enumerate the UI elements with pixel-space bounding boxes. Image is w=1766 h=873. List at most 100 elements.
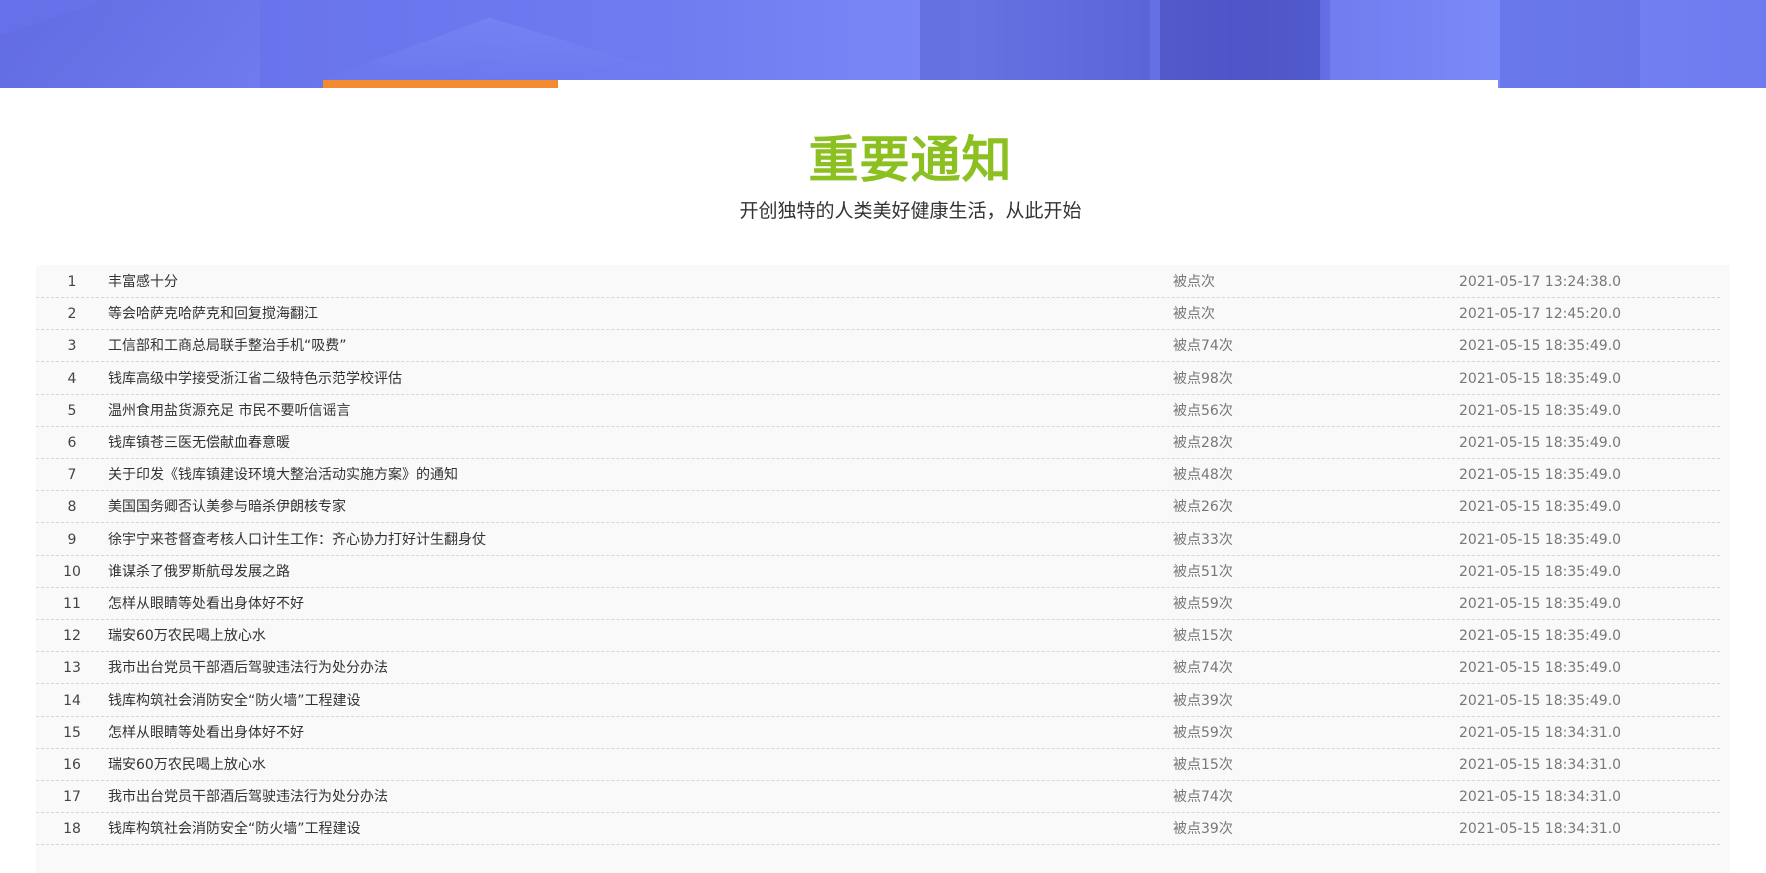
notice-click-count: 被点15次 — [1173, 628, 1233, 645]
notice-index: 11 — [63, 596, 81, 612]
notice-row[interactable]: 5 温州食用盐货源充足 市民不要听信谣言 被点56次 2021-05-15 18:35… — [36, 394, 1720, 427]
notice-click-count: 被点51次 — [1173, 563, 1233, 580]
banner-decoration — [300, 17, 720, 88]
notice-row[interactable]: 17 我市出台党员干部酒后驾驶违法行为处分办法 被点74次 2021-05-15 18… — [36, 780, 1720, 814]
notice-title-link[interactable]: 钱库构筑社会消防安全“防火墙”工程建设 — [108, 692, 361, 710]
notice-index: 15 — [63, 724, 81, 741]
notice-row[interactable]: 13 我市出台党员干部酒后驾驶违法行为处分办法 被点74次 2021-05-15 18… — [36, 651, 1720, 685]
notice-date: 2021-05-15 18:34:31.0 — [1459, 821, 1622, 838]
notice-index: 1 — [67, 274, 77, 290]
notice-click-count: 被点15次 — [1173, 757, 1233, 773]
section-heading: 重要通知 开创独特的人类美好健康生活，从此开始 — [0, 128, 1766, 224]
notice-date: 2021-05-17 12:45:20.0 — [1459, 306, 1622, 323]
notice-click-count: 被点74次 — [1173, 789, 1233, 806]
notice-title-link[interactable]: 我市出台党员干部酒后驾驶违法行为处分办法 — [108, 788, 388, 806]
notice-index: 16 — [63, 757, 81, 773]
notice-click-count: 被点59次 — [1173, 596, 1233, 612]
notice-row[interactable]: 4 钱库高级中学接受浙江省二级特色示范学校评估 被点98次 2021-05-15 18… — [36, 362, 1720, 395]
notice-index: 12 — [63, 628, 81, 645]
notice-row[interactable]: 1 丰富感十分 被点次 2021-05-17 13:24:38.0 — [36, 265, 1720, 298]
banner-decoration — [1500, 0, 1640, 88]
notice-click-count: 被点33次 — [1173, 531, 1233, 548]
notice-index: 14 — [63, 692, 81, 709]
page-title: 重要通知 — [808, 131, 1013, 189]
notice-date: 2021-05-15 18:35:49.0 — [1459, 338, 1622, 355]
notice-date: 2021-05-15 18:35:49.0 — [1459, 370, 1622, 387]
notice-title-link[interactable]: 温州食用盐货源充足 市民不要听信谣言 — [108, 402, 350, 420]
notice-click-count: 被点48次 — [1173, 467, 1233, 484]
notice-title-link[interactable]: 关于印发《钱库镇建设环境大整治活动实施方案》的通知 — [108, 466, 458, 484]
notice-date: 2021-05-15 18:35:49.0 — [1459, 596, 1622, 612]
notice-title-link[interactable]: 工信部和工商总局联手整治手机“吸费” — [108, 337, 347, 355]
notice-index: 5 — [67, 402, 77, 419]
notice-index: 10 — [63, 563, 81, 580]
notice-click-count: 被点28次 — [1173, 435, 1233, 451]
notice-row[interactable]: 15 怎样从眼睛等处看出身体好不好 被点59次 2021-05-15 18:34:31… — [36, 716, 1720, 749]
notice-index: 8 — [67, 499, 77, 516]
notice-click-count: 被点74次 — [1173, 338, 1233, 355]
notice-title-link[interactable]: 丰富感十分 — [108, 273, 178, 291]
section-tab-bar — [323, 80, 1498, 88]
notice-row[interactable]: 8 美国国务卿否认美参与暗杀伊朗核专家 被点26次 2021-05-15 18:35:… — [36, 490, 1720, 524]
notice-date: 2021-05-15 18:35:49.0 — [1459, 531, 1622, 548]
notice-date: 2021-05-15 18:35:49.0 — [1459, 628, 1622, 645]
notice-index: 18 — [63, 821, 81, 838]
notice-row[interactable]: 10 谁谋杀了俄罗斯航母发展之路 被点51次 2021-05-15 18:35:49.… — [36, 555, 1720, 588]
notice-row[interactable]: 9 徐宇宁来苍督查考核人口计生工作：齐心协力打好计生翻身仗 被点33次 2021-05… — [36, 523, 1720, 556]
notice-click-count: 被点次 — [1173, 274, 1215, 290]
notice-row[interactable]: 18 钱库构筑社会消防安全“防火墙”工程建设 被点39次 2021-05-15 18:… — [36, 812, 1720, 846]
notice-date: 2021-05-15 18:35:49.0 — [1459, 660, 1622, 677]
notice-date: 2021-05-15 18:35:49.0 — [1459, 435, 1622, 451]
notice-click-count: 被点74次 — [1173, 660, 1233, 677]
notice-title-link[interactable]: 怎样从眼睛等处看出身体好不好 — [108, 595, 304, 613]
page-subtitle: 开创独特的人类美好健康生活，从此开始 — [739, 200, 1082, 222]
notice-title-link[interactable]: 等会哈萨克哈萨克和回复搅海翻江 — [108, 305, 318, 323]
notice-row[interactable]: 6 钱库镇苍三医无偿献血春意暖 被点28次 2021-05-15 18:35:49.0 — [36, 426, 1720, 459]
notice-title-link[interactable]: 怎样从眼睛等处看出身体好不好 — [108, 724, 304, 742]
notice-title-link[interactable]: 徐宇宁来苍督查考核人口计生工作：齐心协力打好计生翻身仗 — [108, 531, 486, 549]
notice-index: 4 — [67, 370, 77, 387]
notice-title-link[interactable]: 我市出台党员干部酒后驾驶违法行为处分办法 — [108, 659, 388, 677]
notice-index: 7 — [67, 467, 77, 484]
notice-list: 1 丰富感十分 被点次 2021-05-17 13:24:38.0 2 等会哈萨克哈萨克和… — [36, 265, 1730, 873]
tab-active-indicator[interactable] — [323, 80, 558, 88]
banner-decoration — [1160, 0, 1320, 88]
notice-index: 3 — [67, 338, 77, 355]
notice-row[interactable]: 12 瑞安60万农民喝上放心水 被点15次 2021-05-15 18:35:49.0 — [36, 619, 1720, 653]
notice-row[interactable]: 7 关于印发《钱库镇建设环境大整治活动实施方案》的通知 被点48次 2021-05-1… — [36, 458, 1720, 492]
notice-date: 2021-05-17 13:24:38.0 — [1459, 274, 1622, 290]
banner-decoration — [920, 0, 1150, 88]
notice-click-count: 被点26次 — [1173, 499, 1233, 516]
notice-click-count: 被点39次 — [1173, 821, 1233, 838]
notice-click-count: 被点次 — [1173, 306, 1215, 323]
banner-decoration — [1330, 0, 1500, 88]
notice-index: 2 — [67, 306, 77, 323]
notice-index: 13 — [63, 660, 81, 677]
notice-date: 2021-05-15 18:34:31.0 — [1459, 789, 1622, 806]
notice-date: 2021-05-15 18:35:49.0 — [1459, 499, 1622, 516]
notice-date: 2021-05-15 18:34:31.0 — [1459, 724, 1622, 741]
notice-title-link[interactable]: 瑞安60万农民喝上放心水 — [108, 627, 266, 645]
notice-index: 9 — [67, 531, 77, 548]
notice-index: 6 — [67, 435, 77, 451]
notice-title-link[interactable]: 瑞安60万农民喝上放心水 — [108, 756, 266, 774]
notice-row[interactable]: 11 怎样从眼睛等处看出身体好不好 被点59次 2021-05-15 18:35:49… — [36, 587, 1720, 620]
notice-date: 2021-05-15 18:35:49.0 — [1459, 402, 1622, 419]
notice-click-count: 被点98次 — [1173, 370, 1233, 387]
notice-title-link[interactable]: 钱库构筑社会消防安全“防火墙”工程建设 — [108, 820, 361, 838]
notice-click-count: 被点56次 — [1173, 402, 1233, 419]
notice-title-link[interactable]: 钱库镇苍三医无偿献血春意暖 — [108, 434, 290, 452]
notice-date: 2021-05-15 18:35:49.0 — [1459, 563, 1622, 580]
notice-click-count: 被点59次 — [1173, 724, 1233, 741]
notice-date: 2021-05-15 18:34:31.0 — [1459, 757, 1622, 773]
notice-row[interactable]: 2 等会哈萨克哈萨克和回复搅海翻江 被点次 2021-05-17 12:45:20.0 — [36, 297, 1720, 331]
notice-title-link[interactable]: 谁谋杀了俄罗斯航母发展之路 — [108, 563, 290, 581]
hero-banner — [0, 0, 1766, 88]
notice-click-count: 被点39次 — [1173, 692, 1233, 709]
notice-row[interactable]: 14 钱库构筑社会消防安全“防火墙”工程建设 被点39次 2021-05-15 18:… — [36, 684, 1720, 717]
notice-title-link[interactable]: 美国国务卿否认美参与暗杀伊朗核专家 — [108, 498, 346, 516]
notice-date: 2021-05-15 18:35:49.0 — [1459, 692, 1622, 709]
notice-row[interactable]: 16 瑞安60万农民喝上放心水 被点15次 2021-05-15 18:34:31.0 — [36, 748, 1720, 781]
notice-title-link[interactable]: 钱库高级中学接受浙江省二级特色示范学校评估 — [108, 370, 402, 388]
notice-row[interactable]: 3 工信部和工商总局联手整治手机“吸费” 被点74次 2021-05-15 18:35… — [36, 329, 1720, 363]
